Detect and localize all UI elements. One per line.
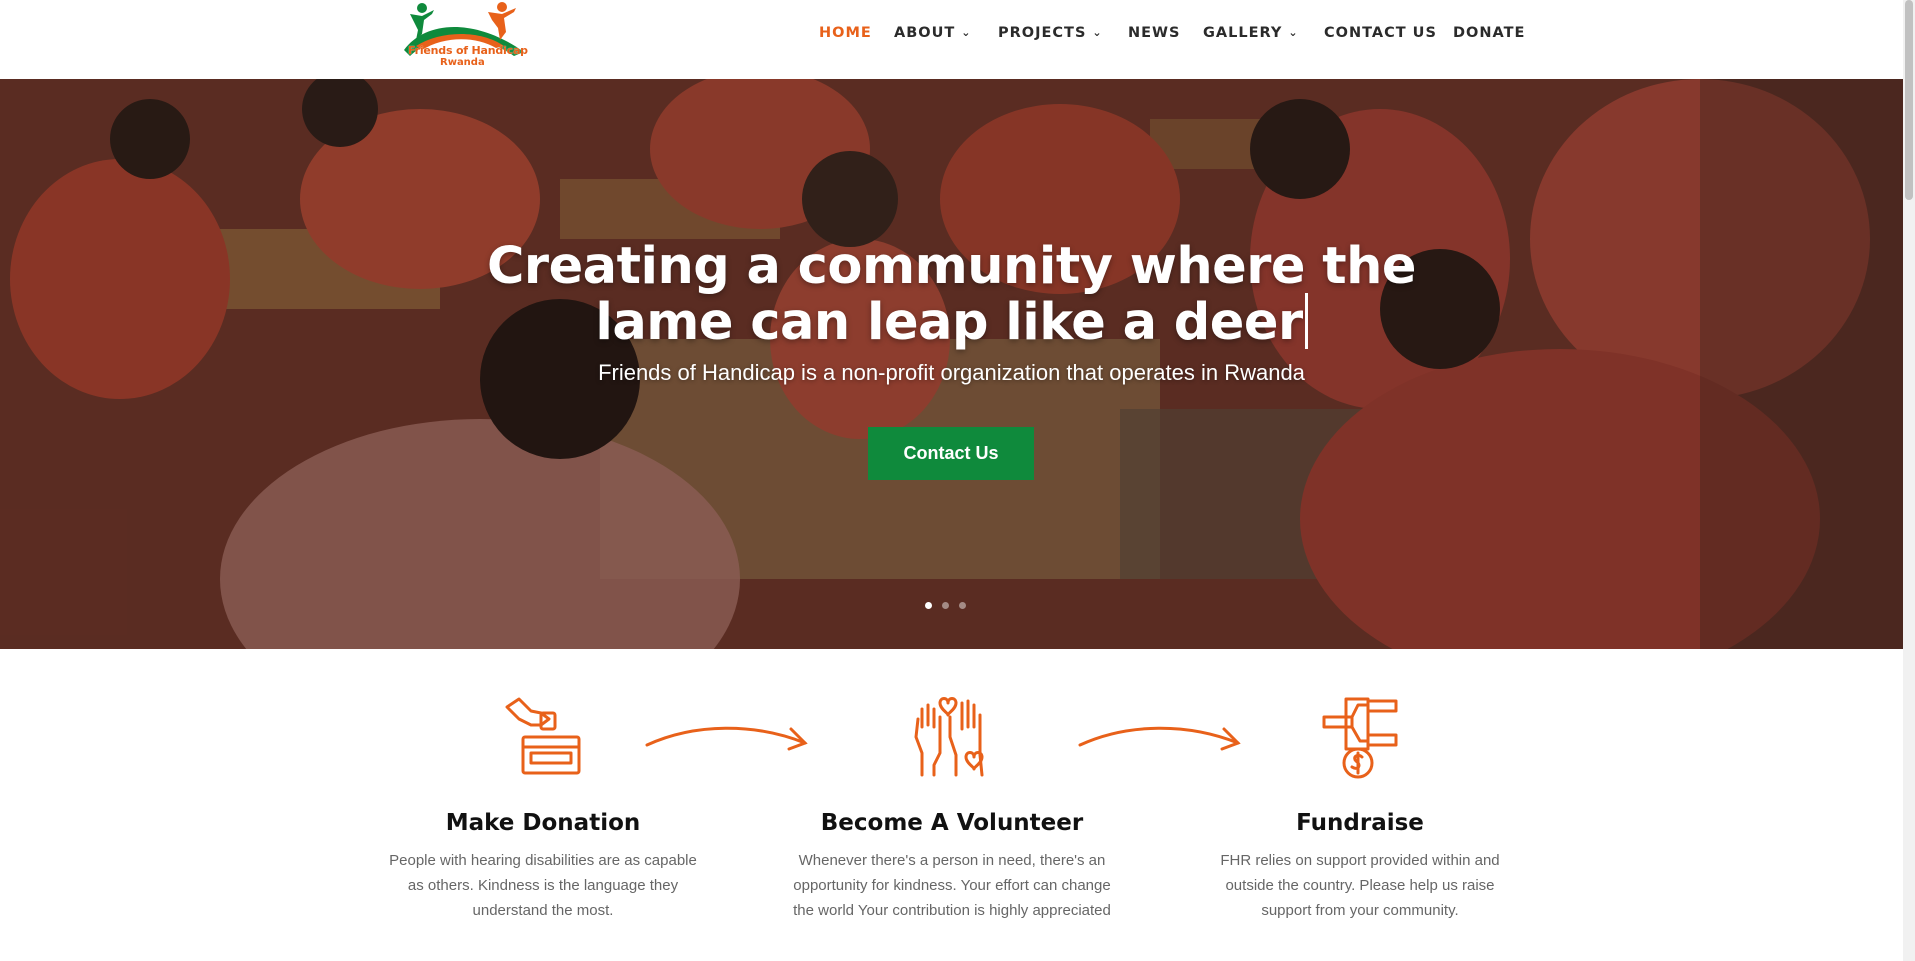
- typing-cursor: [1304, 293, 1308, 349]
- slider-dot-1[interactable]: [925, 602, 932, 609]
- hero-title: Creating a community where the lame can …: [0, 241, 1903, 349]
- page-scrollbar[interactable]: [1903, 0, 1915, 961]
- hero-title-line1: Creating a community where the: [487, 237, 1417, 296]
- contact-us-button[interactable]: Contact Us: [868, 427, 1034, 480]
- nav-contact-us[interactable]: CONTACT US: [1324, 25, 1437, 41]
- features-section: Make Donation People with hearing disabi…: [0, 649, 1903, 961]
- nav-donate[interactable]: DONATE: [1453, 25, 1525, 41]
- feature-text: Whenever there's a person in need, there…: [793, 852, 1111, 919]
- scrollbar-thumb[interactable]: [1905, 0, 1913, 200]
- logo-name: Friends of Handicap: [408, 44, 528, 57]
- fundraise-icon: [1322, 697, 1398, 779]
- nav-label: NEWS: [1128, 25, 1181, 41]
- volunteer-hands-icon: [914, 697, 984, 777]
- hero-title-line2: lame can leap like a deer: [595, 293, 1303, 352]
- chevron-down-icon: ⌄: [1288, 25, 1299, 39]
- nav-news[interactable]: NEWS: [1128, 25, 1180, 41]
- nav-label: CONTACT US: [1324, 25, 1437, 41]
- nav-home[interactable]: HOME: [819, 25, 872, 41]
- nav-label: GALLERY: [1203, 25, 1283, 41]
- slider-pagination: [925, 602, 966, 609]
- slider-dot-3[interactable]: [959, 602, 966, 609]
- feature-text: FHR relies on support provided within an…: [1220, 852, 1500, 919]
- chevron-down-icon: ⌄: [961, 25, 972, 39]
- donation-box-icon: [505, 697, 581, 775]
- nav-label: HOME: [819, 25, 872, 41]
- nav-label: ABOUT: [894, 25, 956, 41]
- site-header: Friends of Handicap Rwanda HOME ABOUT ⌄ …: [0, 0, 1903, 79]
- logo-country: Rwanda: [440, 57, 485, 68]
- feature-title: Make Donation: [445, 810, 641, 836]
- slider-dot-2[interactable]: [942, 602, 949, 609]
- nav-projects[interactable]: PROJECTS ⌄: [998, 25, 1103, 41]
- chevron-down-icon: ⌄: [1092, 25, 1103, 39]
- feature-title: Become A Volunteer: [820, 810, 1084, 836]
- arrow-right-icon: [645, 726, 808, 751]
- hero-subtitle: Friends of Handicap is a non-profit orga…: [598, 360, 1305, 385]
- main-nav: HOME ABOUT ⌄ PROJECTS ⌄ NEWS GALLERY ⌄ C…: [0, 25, 1903, 45]
- nav-label: DONATE: [1453, 25, 1526, 41]
- nav-label: PROJECTS: [998, 25, 1087, 41]
- arrow-right-icon: [1078, 726, 1241, 751]
- feature-title: Fundraise: [1296, 810, 1424, 836]
- feature-text: People with hearing disabilities are as …: [389, 852, 697, 919]
- nav-gallery[interactable]: GALLERY ⌄: [1203, 25, 1299, 41]
- nav-about[interactable]: ABOUT ⌄: [894, 25, 971, 41]
- hero-slider: Creating a community where the lame can …: [0, 79, 1903, 649]
